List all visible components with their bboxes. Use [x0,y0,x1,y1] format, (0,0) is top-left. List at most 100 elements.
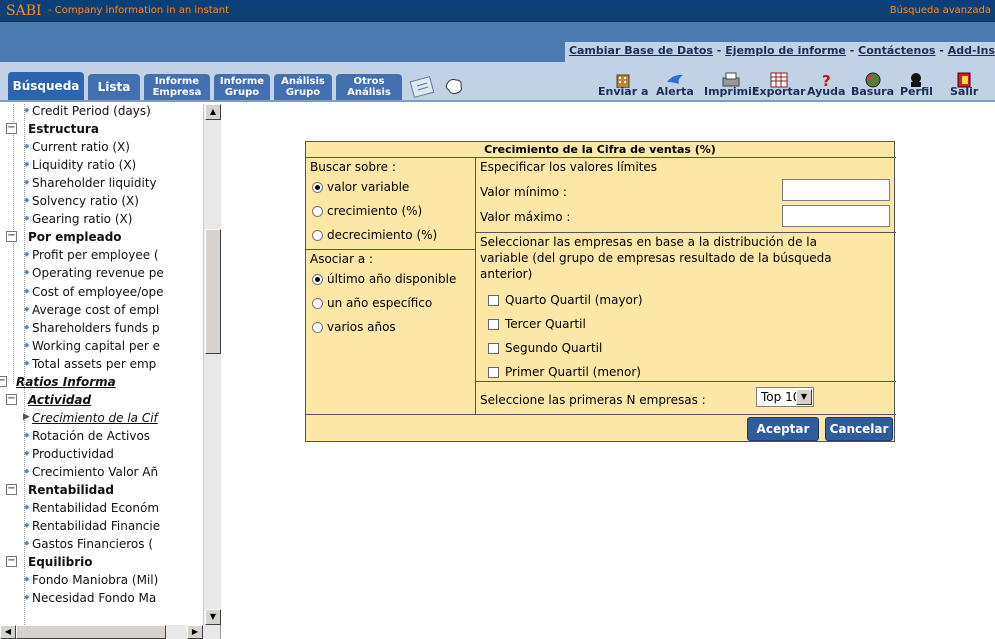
tab-busqueda[interactable]: Búsqueda [8,72,84,100]
app-tagline: - Company information in an instant [48,5,230,16]
accept-button[interactable]: Aceptar [747,417,819,441]
notes-icon[interactable] [407,74,439,100]
sidebar-horizontal-scrollbar[interactable]: ◀ ▶ [0,625,203,639]
map-icon[interactable] [440,74,468,100]
tab-informe-empresa[interactable]: Informe Empresa [144,74,210,100]
tab-label-line1: Informe [154,76,200,87]
scroll-thumb[interactable] [205,229,221,354]
radio-ultimo-anio[interactable] [312,274,323,285]
tree-item[interactable]: ◆ Rentabilidad Económ [0,499,203,517]
basura-button[interactable]: Basura [851,72,894,98]
tree-item[interactable]: ◆ Gastos Financieros ( [0,535,203,553]
tree-bullet-icon: ◆ [24,521,30,529]
tree-item[interactable]: ◆ Rotación de Activos [0,427,203,445]
tree-item[interactable]: ◆ Fondo Maniobra (Mil) [0,571,203,589]
max-value-input[interactable] [782,205,890,227]
tree-collapse-icon[interactable]: − [6,231,17,242]
cancel-button[interactable]: Cancelar [825,417,893,441]
tree-collapse-icon[interactable]: − [6,394,17,405]
topn-select[interactable]: Top 10 ▼ [756,387,814,407]
tree-item[interactable]: ◆ Operating revenue pe [0,264,203,282]
tree-item[interactable]: ◆ Current ratio (X) [0,138,203,156]
tree-item[interactable]: ◆ Necesidad Fondo Ma [0,589,203,607]
tree-collapse-icon[interactable]: − [6,556,17,567]
tree-item[interactable]: ◆ Average cost of empl [0,301,203,319]
alerta-button[interactable]: Alerta [656,72,694,98]
tab-lista[interactable]: Lista [88,74,140,100]
tree-item[interactable]: − Por empleado [0,228,203,246]
min-value-input[interactable] [782,179,890,201]
tree-item[interactable]: ◆ Solvency ratio (X) [0,192,203,210]
chevron-down-icon[interactable]: ▼ [796,389,812,405]
dist-line3: anterior) [480,267,533,281]
radio-decrecimiento[interactable] [312,230,323,241]
top-link-bar: Cambiar Base de Datos - Ejemplo de infor… [0,22,995,62]
tree-item[interactable]: ◆ Shareholder liquidity [0,174,203,192]
contact-link[interactable]: Contáctenos [858,44,935,57]
tree-item[interactable]: ◆ Total assets per emp [0,355,203,373]
tree-item[interactable]: − Actividad [0,391,203,409]
tree-item[interactable]: ◆ Profit per employee ( [0,246,203,264]
tree-bullet-icon: ◆ [24,467,30,475]
panel-title: Crecimiento de la Cifra de ventas (%) [484,143,716,156]
radio-label: un año específico [327,296,433,310]
tree-item[interactable]: − Estructura [0,120,203,138]
tree-collapse-icon[interactable]: − [0,376,7,387]
checkbox-quartil-4[interactable] [488,295,499,306]
ayuda-button[interactable]: ? Ayuda [807,72,845,98]
scroll-up-button[interactable]: ▲ [205,104,221,120]
tree-item[interactable]: ◆ Cost of employee/ope [0,283,203,301]
advanced-search-link[interactable]: Búsqueda avanzada [890,5,991,16]
tree-bullet-icon: ◆ [24,323,30,331]
tab-label-line2: Análisis [347,87,391,98]
tree-item[interactable]: ◆ Credit Period (days) [0,104,203,120]
radio-valor-variable[interactable] [312,182,323,193]
checkbox-quartil-2[interactable] [488,343,499,354]
checkbox-quartil-1[interactable] [488,367,499,378]
tab-otros-analisis[interactable]: Otros Análisis [336,74,402,100]
radio-anio-especifico[interactable] [312,298,323,309]
scroll-down-button[interactable]: ▼ [205,609,221,625]
perfil-button[interactable]: Perfil [900,72,933,98]
tree-item[interactable]: ◆ Crecimiento Valor Añ [0,463,203,481]
buscar-section: Buscar sobre : valor variable crecimient… [306,158,476,250]
tree-item-label: Rentabilidad Financie [32,519,161,533]
radio-crecimiento[interactable] [312,206,323,217]
tree-item[interactable]: ◆ Working capital per e [0,337,203,355]
tree-item[interactable]: ◆ Gearing ratio (X) [0,210,203,228]
tab-label: Lista [97,79,131,94]
tree-item[interactable]: − Ratios Informa [0,373,203,391]
tree-item[interactable]: − Rentabilidad [0,481,203,499]
tab-label-line2: Empresa [152,87,202,98]
top-links: Cambiar Base de Datos - Ejemplo de infor… [564,42,995,62]
topn-label: Seleccione las primeras N empresas : [480,393,706,407]
tree-item-label: Ratios Informa [16,375,116,389]
tab-analisis-grupo[interactable]: Análisis Grupo [274,74,332,100]
sidebar-vertical-scrollbar[interactable]: ▲ ▼ [203,104,221,625]
tree-collapse-icon[interactable]: − [6,484,17,495]
tree-item[interactable]: ◆ Shareholders funds p [0,319,203,337]
tab-label: Búsqueda [12,78,80,93]
scroll-left-button[interactable]: ◀ [0,625,16,639]
salir-button[interactable]: Salir [950,72,978,98]
tree-item[interactable]: ◆ Productividad [0,445,203,463]
tree-collapse-icon[interactable]: − [6,123,17,134]
scroll-thumb-horizontal[interactable] [16,625,166,639]
exportar-button[interactable]: Exportar [752,72,806,98]
radio-label: varios años [327,320,396,334]
imprimir-button[interactable]: Imprimir [704,72,757,98]
tree-item[interactable]: ◆ Liquidity ratio (X) [0,156,203,174]
sample-report-link[interactable]: Ejemplo de informe [725,44,846,57]
tree-item-label: Liquidity ratio (X) [32,158,137,172]
tree-item[interactable]: − Equilibrio [0,553,203,571]
enviar-button[interactable]: Enviar a [598,72,648,98]
change-database-link[interactable]: Cambiar Base de Datos [569,44,713,57]
scroll-right-button[interactable]: ▶ [187,625,203,639]
radio-varios-anios[interactable] [312,322,323,333]
checkbox-quartil-3[interactable] [488,319,499,330]
add-ins-link[interactable]: Add-Ins [948,44,995,57]
tree-bullet-icon: ◆ [24,503,30,511]
tree-item[interactable]: ◆ Rentabilidad Financie [0,517,203,535]
tab-informe-grupo[interactable]: Informe Grupo [214,74,270,100]
tree-item[interactable]: ▶ Crecimiento de la Cif [0,409,203,427]
